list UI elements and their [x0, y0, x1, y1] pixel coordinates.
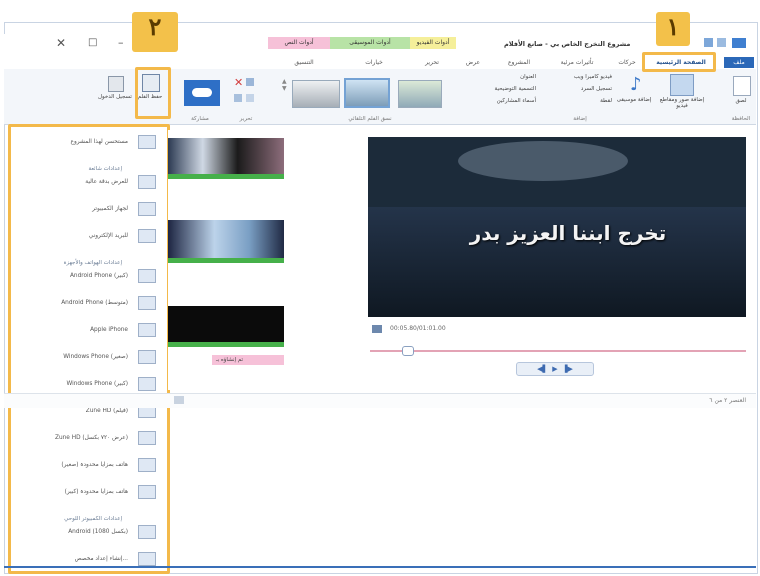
highlight-save-menu: [8, 124, 170, 574]
onedrive-share-button[interactable]: [184, 80, 220, 106]
video-preview: تخرج ابننا العزيز بدر: [368, 137, 746, 317]
preview-overlay-text: تخرج ابننا العزيز بدر: [469, 221, 667, 245]
snapshot-label[interactable]: لقطة: [552, 98, 612, 104]
item-count: العنصر ٢ من ٦: [709, 397, 746, 404]
rotate-icon[interactable]: [246, 78, 254, 86]
status-bar: العنصر ٢ من ٦: [4, 393, 756, 408]
play-button[interactable]: ▶: [552, 365, 557, 373]
trim-icon[interactable]: [234, 94, 242, 102]
split-view-icon[interactable]: [372, 325, 382, 333]
add-music-label: إضافة موسيقى: [616, 97, 652, 103]
group-clipboard-label: الحافظة: [731, 116, 751, 122]
webcam-label[interactable]: فيديو كاميرا ويب: [552, 74, 612, 80]
tab-edit-video[interactable]: تحرير: [412, 57, 452, 68]
music-note-icon[interactable]: ♪: [630, 74, 642, 95]
add-video-label: إضافة صور ومقاطع فيديو: [659, 97, 705, 109]
split-icon[interactable]: [246, 94, 254, 102]
narration-label[interactable]: تسجيل السرد: [552, 86, 612, 92]
minimize-button[interactable]: –: [118, 36, 124, 49]
seek-handle[interactable]: [402, 346, 414, 356]
preview-image: [458, 141, 628, 181]
sign-in-label[interactable]: تسجيل الدخول: [98, 94, 132, 100]
highlight-home-tab: [642, 52, 716, 72]
step-badge-2: ٢: [132, 12, 178, 52]
theme-thumbnail[interactable]: [292, 80, 340, 108]
remove-icon[interactable]: ✕: [234, 76, 243, 89]
caption-clip[interactable]: تم إنشاؤه بـ: [212, 355, 284, 365]
tab-project[interactable]: المشروع: [494, 57, 544, 68]
theme-thumbnail-selected[interactable]: [344, 78, 390, 108]
window-title: مشروع التخرج الخاص بي - صانع الأفلام: [504, 40, 631, 48]
title-label[interactable]: العنوان: [476, 74, 536, 80]
playback-controls: ◀▌ ▶ ▐▶: [516, 362, 594, 376]
next-frame-button[interactable]: ▐▶: [562, 365, 573, 373]
tab-view[interactable]: عرض: [456, 57, 490, 68]
window-bottom-border: [4, 566, 756, 568]
theme-scroll-arrows[interactable]: ▲ ▼: [282, 78, 288, 108]
video-clip[interactable]: [168, 138, 284, 174]
sign-in-icon[interactable]: [108, 76, 124, 92]
title-clip[interactable]: [168, 306, 284, 342]
context-video-tools: أدوات الفيديو: [410, 37, 456, 49]
storyboard-view-icon[interactable]: [174, 396, 184, 404]
music-track[interactable]: [168, 342, 284, 347]
previous-frame-button[interactable]: ◀▌: [537, 365, 548, 373]
step-badge-1: ١: [656, 12, 690, 46]
context-text-tools: أدوات النص: [268, 37, 330, 49]
tab-animations[interactable]: حركات: [610, 57, 644, 68]
group-themes-label: نسق الفلم التلقائي: [348, 116, 392, 122]
group-add-label: إضافة: [573, 116, 587, 122]
tab-options[interactable]: خيارات: [344, 57, 404, 68]
save-icon[interactable]: [704, 38, 713, 47]
tab-visual-effects[interactable]: تأثيرات مرئية: [548, 57, 606, 68]
timecode: 00:05.80/01:01.00: [390, 325, 446, 332]
paste-label: لصق: [735, 98, 747, 104]
credits-label[interactable]: أسماء المشاركين: [462, 98, 536, 104]
group-share-label: مشاركة: [191, 116, 209, 122]
highlight-save-movie: [135, 67, 171, 119]
caption-label[interactable]: التسمية التوضيحية: [476, 86, 537, 92]
tab-format[interactable]: التنسيق: [276, 57, 332, 68]
theme-thumbnail[interactable]: [398, 80, 442, 108]
tab-file[interactable]: ملف: [724, 57, 754, 68]
storyboard: تم إنشاؤه بـ: [168, 130, 338, 390]
video-clip[interactable]: [168, 220, 284, 258]
maximize-button[interactable]: □: [88, 37, 97, 48]
quick-access-icon[interactable]: [717, 38, 726, 47]
paste-icon[interactable]: [733, 76, 751, 96]
cloud-icon: [192, 88, 212, 97]
close-button[interactable]: ✕: [56, 36, 66, 50]
app-menu-icon[interactable]: [732, 38, 746, 48]
music-track[interactable]: [168, 174, 284, 179]
group-edit-label: تحرير: [239, 116, 253, 122]
context-music-tools: أدوات الموسيقى: [330, 37, 410, 49]
music-track[interactable]: [168, 258, 284, 263]
seek-bar[interactable]: [370, 350, 746, 352]
add-video-icon[interactable]: [670, 74, 694, 96]
